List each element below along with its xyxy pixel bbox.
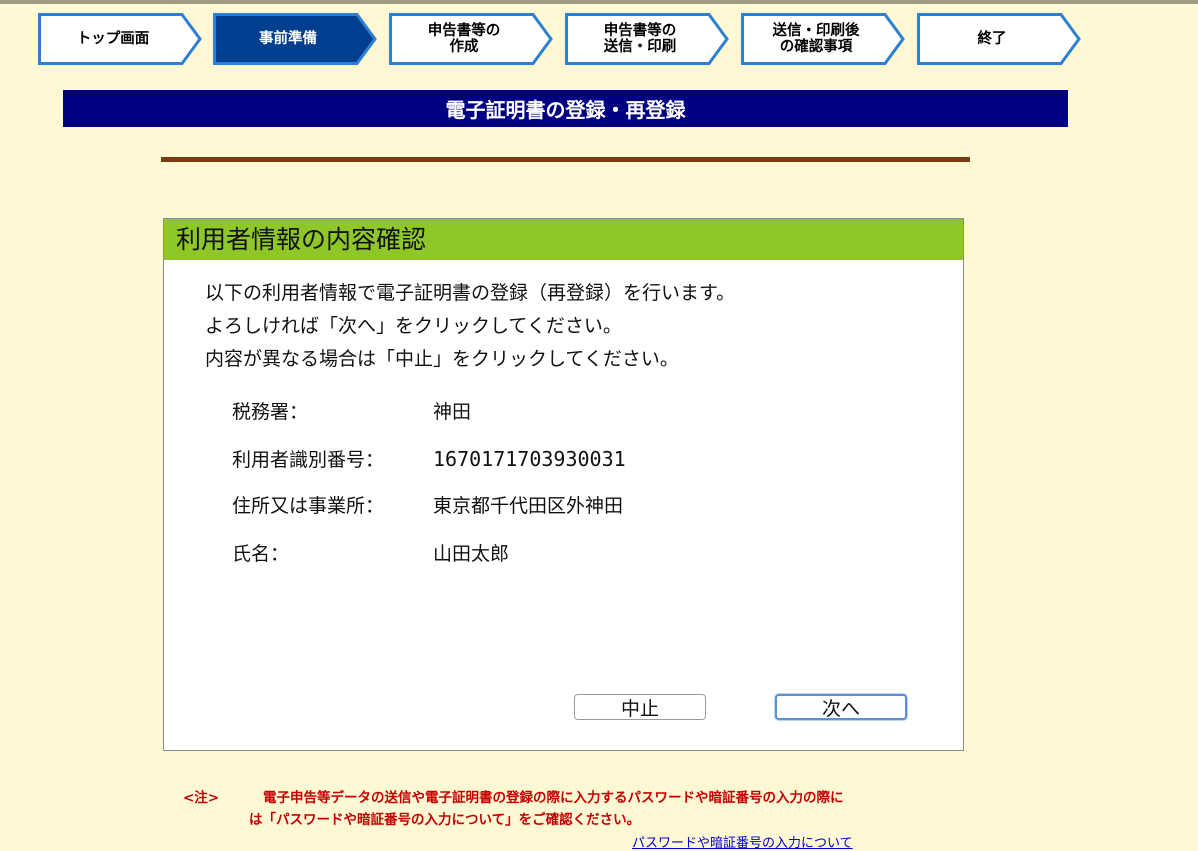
top-rule (0, 0, 1198, 4)
note-tag: <注> (183, 790, 220, 806)
cancel-button[interactable]: 中止 (574, 694, 706, 720)
user-id-row: 利用者識別番号： 1670171703930031 (232, 445, 626, 472)
step-label: 事前準備 (259, 31, 317, 47)
name-row: 氏名： 山田太郎 (232, 539, 509, 566)
intro-text: 以下の利用者情報で電子証明書の登録（再登録）を行います。 よろしければ「次へ」を… (205, 277, 735, 376)
step-label: トップ画面 (76, 31, 150, 47)
divider (161, 157, 970, 162)
panel-heading: 利用者情報の内容確認 (164, 219, 963, 260)
address-value: 東京都千代田区外神田 (433, 495, 624, 517)
step-top-page[interactable]: トップ画面 (38, 13, 203, 65)
intro-line: よろしければ「次へ」をクリックしてください。 (205, 315, 622, 337)
step-post-check[interactable]: 送信・印刷後 の確認事項 (741, 13, 906, 65)
note-text-2: は「パスワードや暗証番号の入力について」をご確認ください。 (249, 812, 641, 828)
password-note: <注> 電子申告等データの送信や電子証明書の登録の際に入力するパスワードや暗証番号… (183, 787, 844, 831)
user-info-panel: 利用者情報の内容確認 以下の利用者情報で電子証明書の登録（再登録）を行います。 … (163, 218, 964, 751)
step-send-print[interactable]: 申告書等の 送信・印刷 (565, 13, 730, 65)
intro-line: 以下の利用者情報で電子証明書の登録（再登録）を行います。 (205, 282, 736, 304)
step-label: 申告書等の 送信・印刷 (603, 23, 677, 55)
tax-office-label: 税務署： (232, 401, 309, 423)
note-line-1: <注> 電子申告等データの送信や電子証明書の登録の際に入力するパスワードや暗証番号… (183, 787, 844, 809)
user-id-value: 1670171703930031 (433, 447, 626, 471)
next-button[interactable]: 次へ (775, 694, 907, 720)
step-label: 終了 (977, 31, 1007, 47)
name-label: 氏名： (232, 543, 290, 565)
step-create-return[interactable]: 申告書等の 作成 (389, 13, 554, 65)
step-preparation[interactable]: 事前準備 (213, 13, 378, 65)
user-id-label: 利用者識別番号： (232, 449, 385, 471)
tax-office-row: 税務署： 神田 (232, 397, 471, 424)
page-title: 電子証明書の登録・再登録 (63, 90, 1068, 127)
address-label: 住所又は事業所： (232, 495, 385, 517)
step-finish[interactable]: 終了 (917, 13, 1082, 65)
address-row: 住所又は事業所： 東京都千代田区外神田 (232, 491, 623, 518)
step-label: 申告書等の 作成 (427, 23, 501, 55)
note-text-1: 電子申告等データの送信や電子証明書の登録の際に入力するパスワードや暗証番号の入力… (263, 790, 844, 806)
step-label: 送信・印刷後 の確認事項 (772, 23, 860, 55)
tax-office-value: 神田 (433, 401, 472, 423)
name-value: 山田太郎 (433, 543, 510, 565)
intro-line: 内容が異なる場合は「中止」をクリックしてください。 (205, 348, 679, 370)
